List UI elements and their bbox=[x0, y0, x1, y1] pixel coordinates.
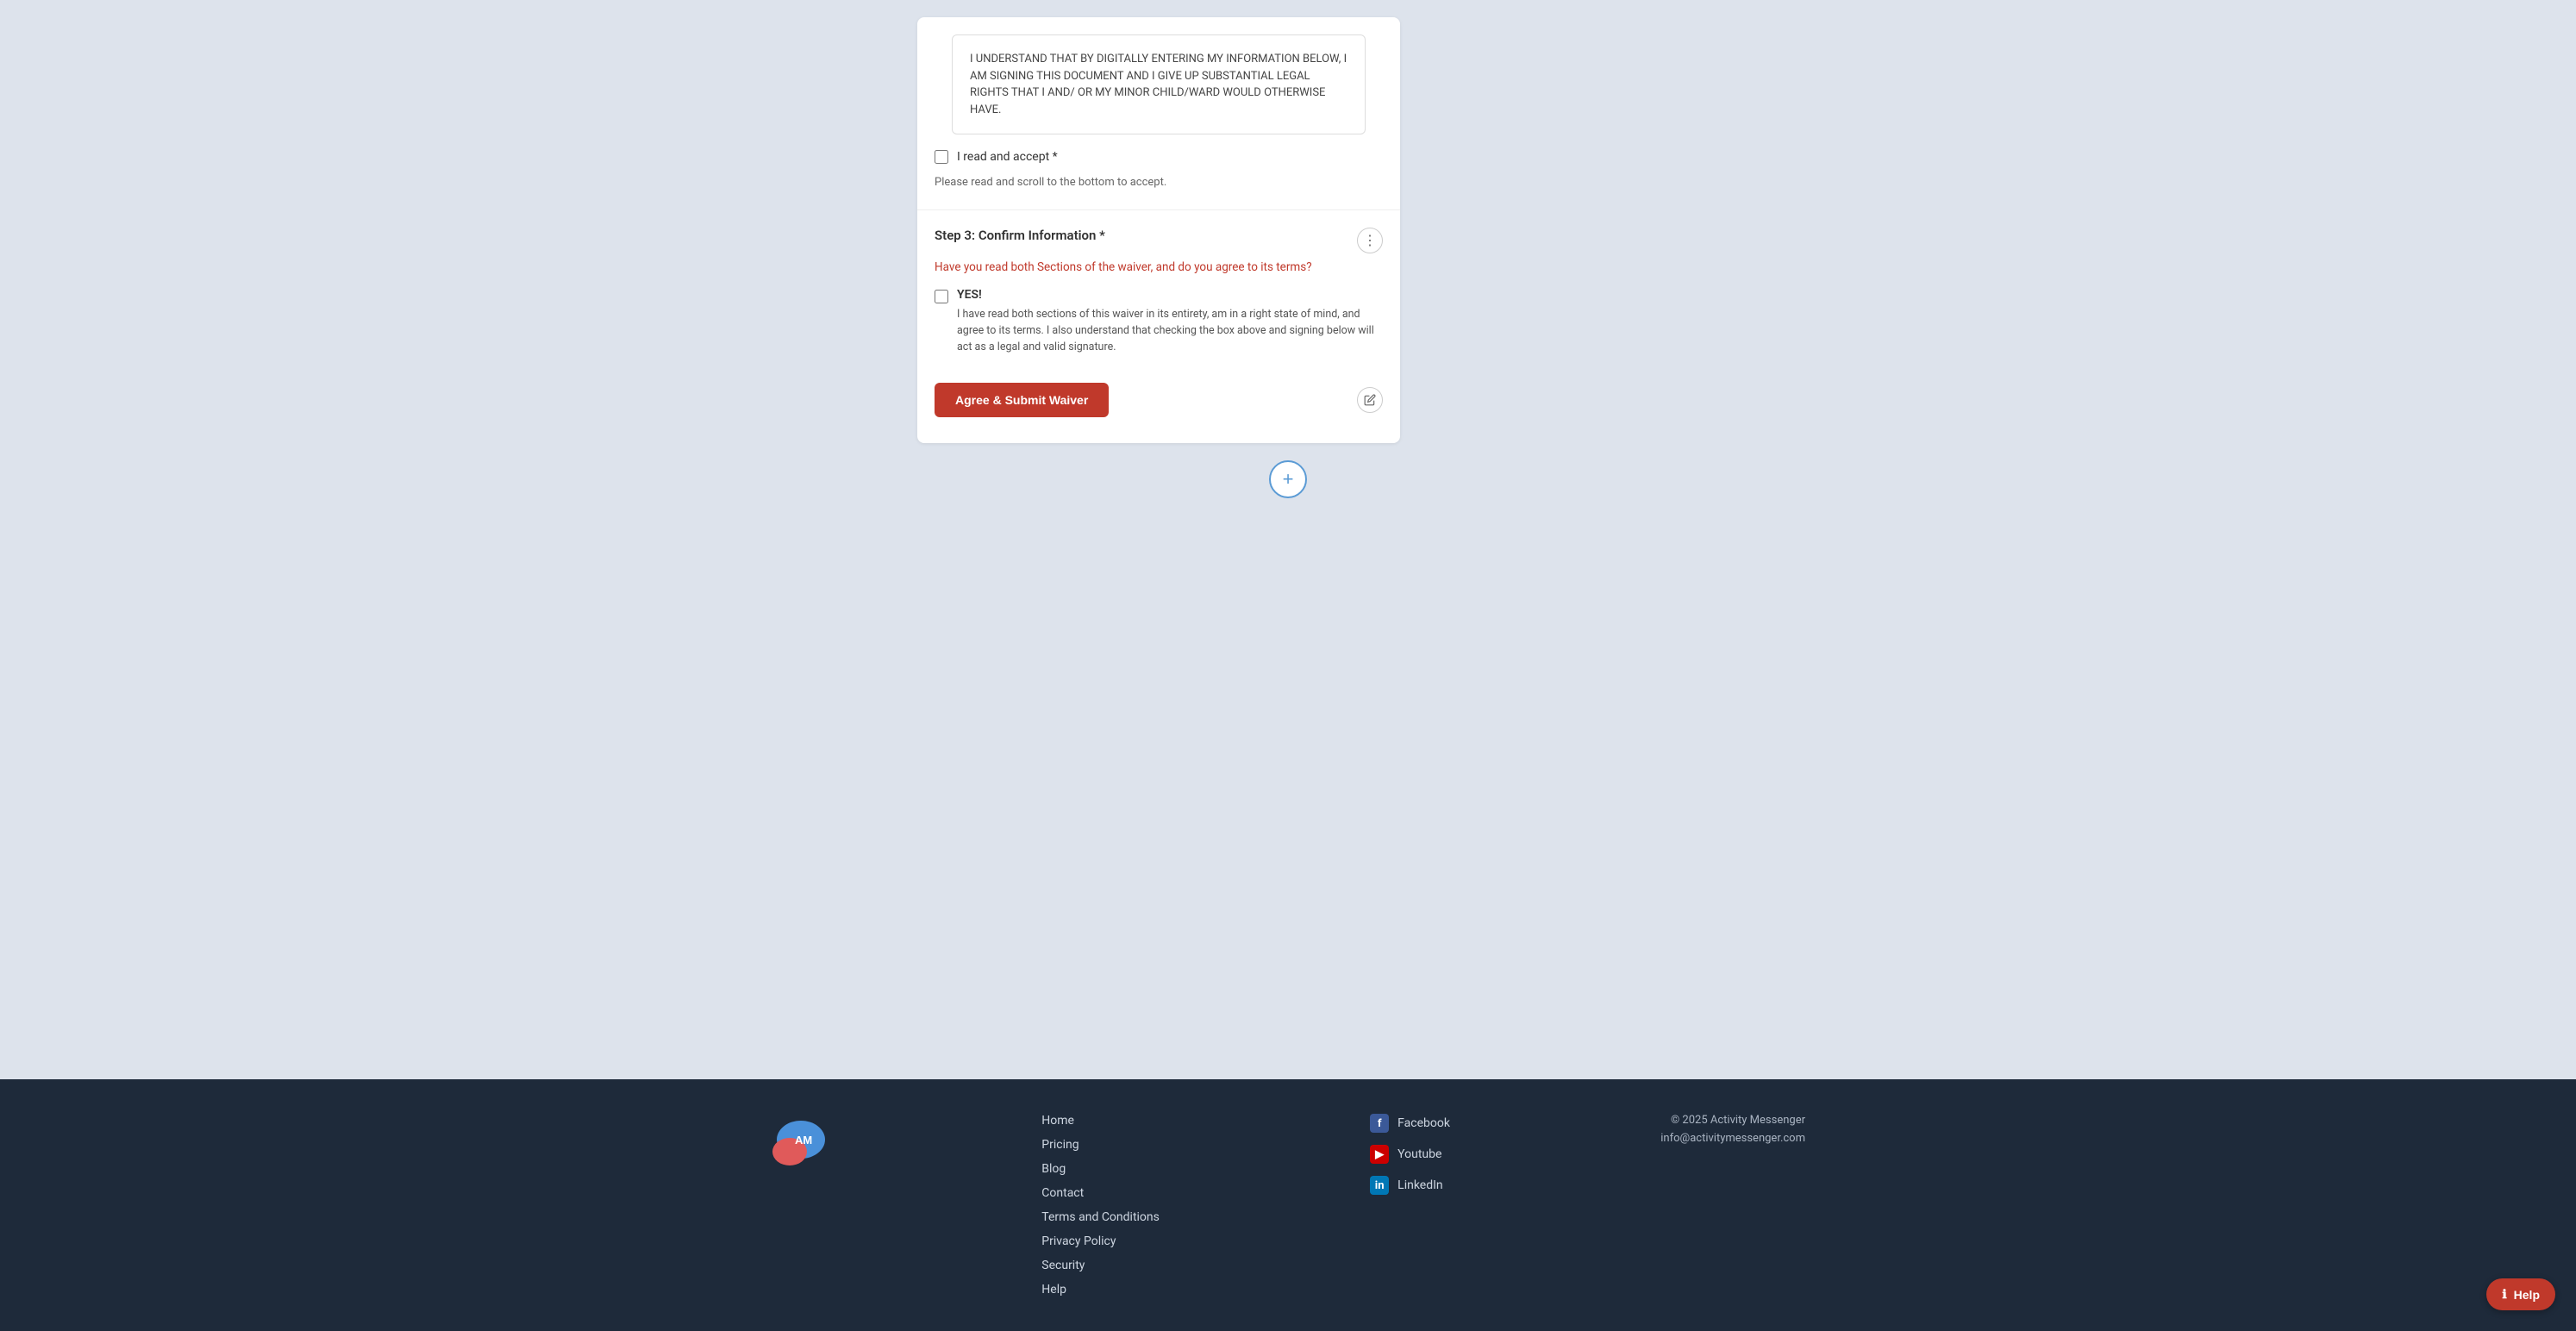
footer-nav-contact[interactable]: Contact bbox=[1041, 1186, 1160, 1200]
footer-nav-terms[interactable]: Terms and Conditions bbox=[1041, 1210, 1160, 1224]
help-text: Please read and scroll to the bottom to … bbox=[935, 176, 1383, 189]
footer-copyright: © 2025 Activity Messenger info@activitym… bbox=[1660, 1114, 1805, 1145]
footer-email[interactable]: info@activitymessenger.com bbox=[1660, 1132, 1805, 1145]
disclaimer-box: I UNDERSTAND THAT BY DIGITALLY ENTERING … bbox=[952, 34, 1366, 134]
facebook-label: Facebook bbox=[1397, 1116, 1450, 1130]
read-accept-label[interactable]: I read and accept * bbox=[957, 150, 1058, 164]
footer-inner: AM Home Pricing Blog Contact Terms and C… bbox=[771, 1114, 1805, 1297]
section-divider bbox=[917, 209, 1400, 210]
logo-svg: AM bbox=[771, 1114, 831, 1174]
footer-nav-privacy[interactable]: Privacy Policy bbox=[1041, 1234, 1160, 1248]
footer-nav-home[interactable]: Home bbox=[1041, 1114, 1160, 1128]
submit-button[interactable]: Agree & Submit Waiver bbox=[935, 383, 1109, 417]
footer-logo: AM bbox=[771, 1114, 831, 1174]
edit-icon-button[interactable] bbox=[1357, 387, 1383, 413]
read-accept-row: I read and accept * bbox=[935, 150, 1383, 169]
yes-label[interactable]: YES! bbox=[957, 288, 1383, 302]
social-facebook[interactable]: f Facebook bbox=[1370, 1114, 1450, 1133]
yes-checkbox-row: YES! I have read both sections of this w… bbox=[917, 288, 1400, 355]
footer-nav: Home Pricing Blog Contact Terms and Cond… bbox=[1041, 1114, 1160, 1297]
add-section-button[interactable]: + bbox=[1269, 460, 1307, 498]
linkedin-icon: in bbox=[1370, 1176, 1389, 1195]
footer-nav-help[interactable]: Help bbox=[1041, 1283, 1160, 1297]
youtube-icon: ▶ bbox=[1370, 1145, 1389, 1164]
help-fab-button[interactable]: ℹ Help bbox=[2486, 1278, 2555, 1310]
linkedin-label: LinkedIn bbox=[1397, 1178, 1443, 1192]
facebook-icon: f bbox=[1370, 1114, 1389, 1133]
yes-checkbox[interactable] bbox=[935, 290, 948, 303]
footer-nav-pricing[interactable]: Pricing bbox=[1041, 1138, 1160, 1152]
more-options-button[interactable]: ⋮ bbox=[1357, 228, 1383, 253]
edit-icon bbox=[1364, 394, 1376, 406]
disclaimer-text: I UNDERSTAND THAT BY DIGITALLY ENTERING … bbox=[970, 53, 1347, 116]
step3-header: Step 3: Confirm Information * ⋮ bbox=[917, 228, 1400, 253]
read-accept-checkbox[interactable] bbox=[935, 150, 948, 164]
yes-label-group: YES! I have read both sections of this w… bbox=[957, 288, 1383, 355]
step3-title: Step 3: Confirm Information * bbox=[935, 228, 1105, 243]
step3-question: Have you read both Sections of the waive… bbox=[917, 260, 1400, 274]
footer-nav-blog[interactable]: Blog bbox=[1041, 1162, 1160, 1176]
footer-nav-security[interactable]: Security bbox=[1041, 1259, 1160, 1272]
svg-text:AM: AM bbox=[795, 1134, 812, 1147]
form-card: I UNDERSTAND THAT BY DIGITALLY ENTERING … bbox=[917, 17, 1400, 443]
footer-social: f Facebook ▶ Youtube in LinkedIn bbox=[1370, 1114, 1450, 1195]
copyright-text: © 2025 Activity Messenger bbox=[1660, 1114, 1805, 1127]
help-icon: ℹ bbox=[2502, 1287, 2506, 1302]
help-fab-label: Help bbox=[2514, 1288, 2540, 1302]
social-youtube[interactable]: ▶ Youtube bbox=[1370, 1145, 1450, 1164]
yes-description: I have read both sections of this waiver… bbox=[957, 307, 1383, 355]
footer: AM Home Pricing Blog Contact Terms and C… bbox=[0, 1079, 2576, 1331]
submit-area: Agree & Submit Waiver bbox=[917, 366, 1400, 443]
social-linkedin[interactable]: in LinkedIn bbox=[1370, 1176, 1450, 1195]
youtube-label: Youtube bbox=[1397, 1147, 1441, 1161]
